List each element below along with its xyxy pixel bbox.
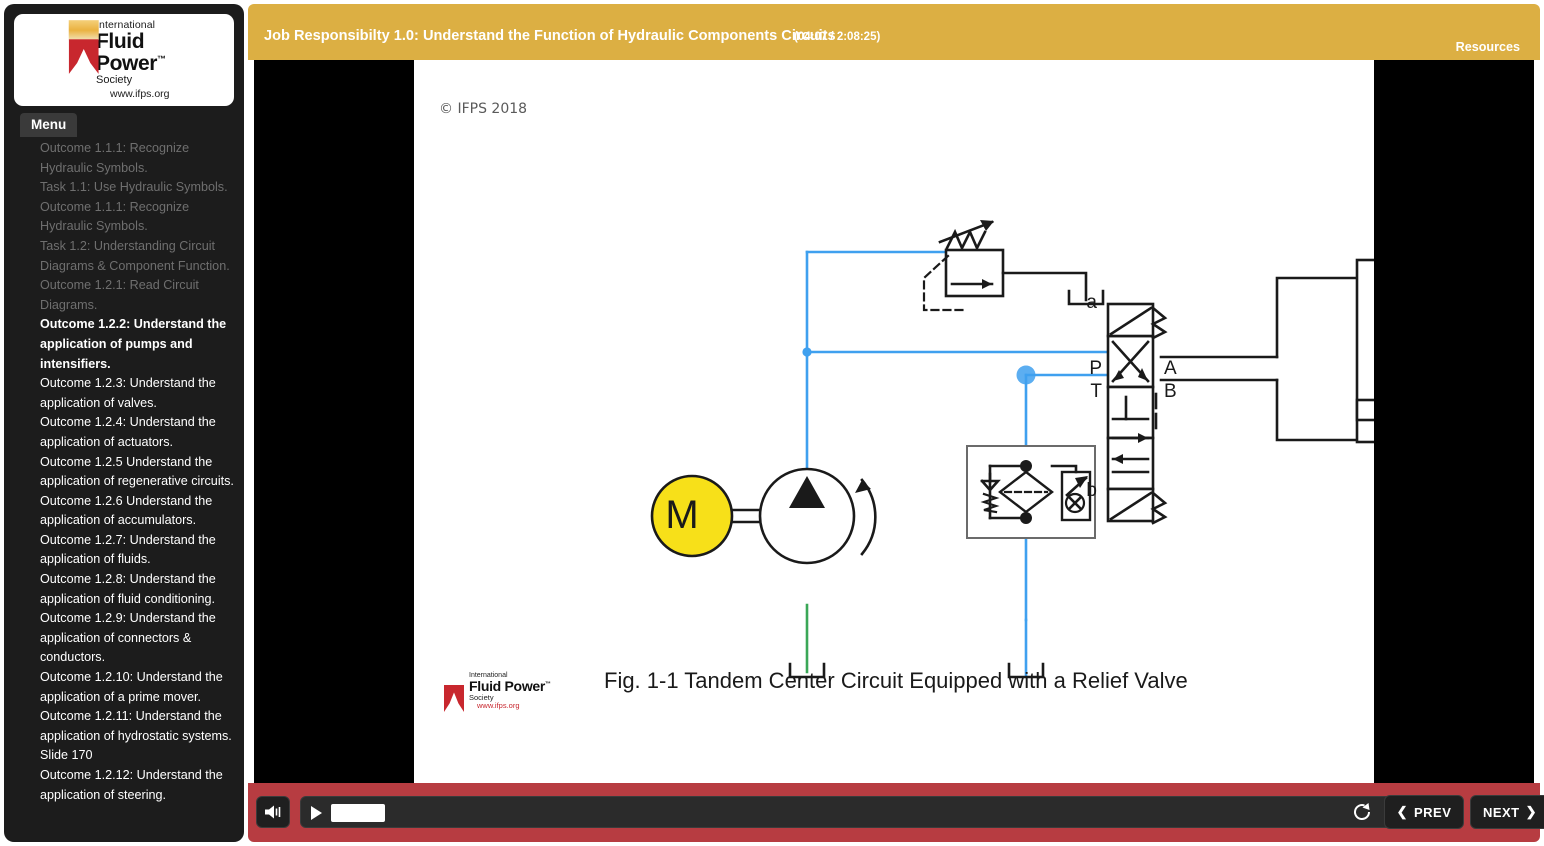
course-player-window: International Fluid Power™ Society www.i…: [0, 0, 1544, 846]
dcv-port-b-label: B: [1164, 381, 1177, 402]
play-button[interactable]: [307, 803, 325, 823]
logo-line-url: www.ifps.org: [110, 87, 170, 100]
slide-logo-line-fluidpower: Fluid Power: [469, 678, 546, 695]
sidebar-menu-item[interactable]: Task 1.1: Use Hydraulic Symbols.: [40, 178, 240, 198]
filter-junction-dot-top: [1020, 460, 1032, 472]
progress-fill: [331, 804, 386, 822]
sidebar-menu-item[interactable]: Outcome 1.2.5 Understand the application…: [40, 453, 240, 492]
ifps-logo-card: International Fluid Power™ Society www.i…: [14, 14, 234, 106]
replay-icon: [1354, 803, 1371, 821]
sidebar-menu-item[interactable]: Outcome 1.2.9: Understand the applicatio…: [40, 609, 240, 668]
filter-junction-dot-bottom: [1020, 512, 1032, 524]
sidebar-menu-list[interactable]: Outcome 1.1.1: Recognize Hydraulic Symbo…: [4, 135, 244, 835]
sidebar-menu-item[interactable]: Outcome 1.2.10: Understand the applicati…: [40, 668, 240, 707]
sidebar-menu-item[interactable]: Outcome 1.2.2: Understand the applicatio…: [40, 315, 240, 374]
resources-link[interactable]: Resources: [1456, 40, 1520, 54]
sidebar: International Fluid Power™ Society www.i…: [4, 4, 244, 842]
dcv-solenoid-a-label: a: [1086, 292, 1097, 313]
dcv-port-p-label: P: [1089, 358, 1102, 379]
progress-scrubber[interactable]: [331, 804, 1417, 822]
volume-button[interactable]: [256, 796, 290, 828]
figure-caption: Fig. 1-1 Tandem Center Circuit Equipped …: [604, 668, 1188, 693]
sidebar-menu-item[interactable]: Outcome 1.1.1: Recognize Hydraulic Symbo…: [40, 198, 240, 237]
return-line-filter-assembly: [966, 445, 1096, 539]
next-chevron-icon: ❯: [1525, 804, 1538, 819]
double-acting-cylinder-symbol: [1275, 258, 1374, 444]
slide-logo-trademark: ™: [545, 681, 551, 688]
logo-trademark: ™: [157, 54, 166, 65]
sidebar-menu-item[interactable]: Outcome 1.2.8: Understand the applicatio…: [40, 570, 240, 609]
fixed-displacement-pump-symbol: [758, 467, 877, 565]
playback-control-bar: ❮ PREV NEXT ❯: [248, 783, 1544, 842]
sidebar-menu-item[interactable]: Outcome 1.2.11: Understand the applicati…: [40, 707, 240, 746]
sidebar-menu-item[interactable]: Outcome 1.2.7: Understand the applicatio…: [40, 531, 240, 570]
dcv-port-t-label: T: [1090, 381, 1102, 402]
logo-line-fluidpower: Fluid Power: [96, 30, 158, 76]
sidebar-menu-item[interactable]: Outcome 1.1.1: Recognize Hydraulic Symbo…: [40, 139, 240, 178]
slide-stage: © IFPS 2018 M a b P T A B International …: [254, 60, 1534, 783]
slide-ifps-logo: International Fluid Power™ Society www.i…: [444, 672, 551, 712]
menu-tab[interactable]: Menu: [20, 113, 78, 137]
ifps-flame-logo-icon-small: [444, 672, 464, 712]
pressure-relief-valve-symbol: [922, 220, 1105, 312]
prev-label: PREV: [1414, 804, 1452, 820]
line-junction-dot: [802, 347, 812, 357]
replay-button[interactable]: [1344, 796, 1380, 828]
prev-button[interactable]: ❮ PREV: [1384, 795, 1464, 829]
ifps-flame-logo-icon: [68, 20, 99, 75]
next-button[interactable]: NEXT ❯: [1470, 795, 1544, 829]
sidebar-menu-item[interactable]: Outcome 1.2.12: Understand the applicati…: [40, 766, 240, 805]
prev-chevron-icon: ❮: [1396, 804, 1408, 819]
sidebar-menu-item[interactable]: Outcome 1.2.3: Understand the applicatio…: [40, 374, 240, 413]
sidebar-menu-item[interactable]: Slide 170: [40, 746, 240, 766]
slide-canvas: © IFPS 2018 M a b P T A B International …: [414, 60, 1374, 783]
sidebar-menu-item[interactable]: Outcome 1.2.4: Understand the applicatio…: [40, 413, 240, 452]
page-title: Job Responsibilty 1.0: Understand the Fu…: [264, 28, 836, 44]
player-strip: [300, 796, 1424, 828]
sidebar-menu-item[interactable]: Task 1.2: Understanding Circuit Diagrams…: [40, 237, 240, 276]
dcv-solenoid-b-label: b: [1086, 480, 1097, 501]
next-label: NEXT: [1482, 804, 1520, 820]
line-junction-dot-large: [1016, 365, 1036, 385]
directional-control-valve-symbol: [1106, 302, 1279, 525]
sidebar-menu-item[interactable]: Outcome 1.2.6 Understand the application…: [40, 492, 240, 531]
header-bar: Job Responsibilty 1.0: Understand the Fu…: [248, 4, 1540, 60]
speaker-icon: [265, 805, 281, 819]
logo-line-society: Society: [96, 74, 133, 87]
sidebar-menu-item[interactable]: Outcome 1.2.1: Read Circuit Diagrams.: [40, 276, 240, 315]
slide-logo-line-url: www.ifps.org: [477, 700, 520, 710]
play-icon: [310, 806, 322, 820]
dcv-port-a-label: A: [1164, 358, 1177, 379]
motor-label: M: [665, 493, 698, 537]
playback-time: (04:07 / 2:08:25): [794, 31, 881, 43]
